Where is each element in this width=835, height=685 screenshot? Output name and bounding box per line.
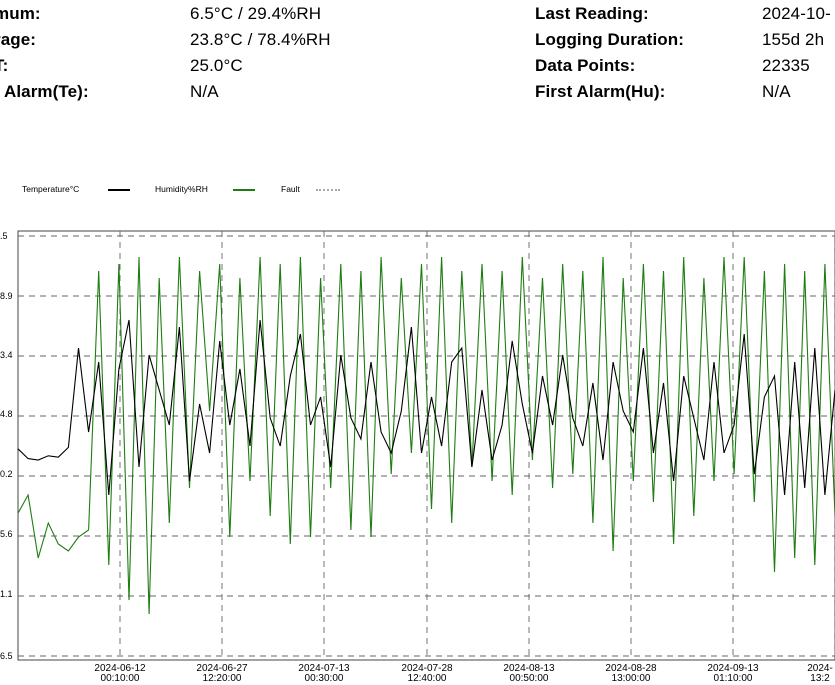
series-humidity-line xyxy=(17,256,835,615)
series-temperature-line xyxy=(17,319,835,496)
line-chart xyxy=(17,230,835,661)
